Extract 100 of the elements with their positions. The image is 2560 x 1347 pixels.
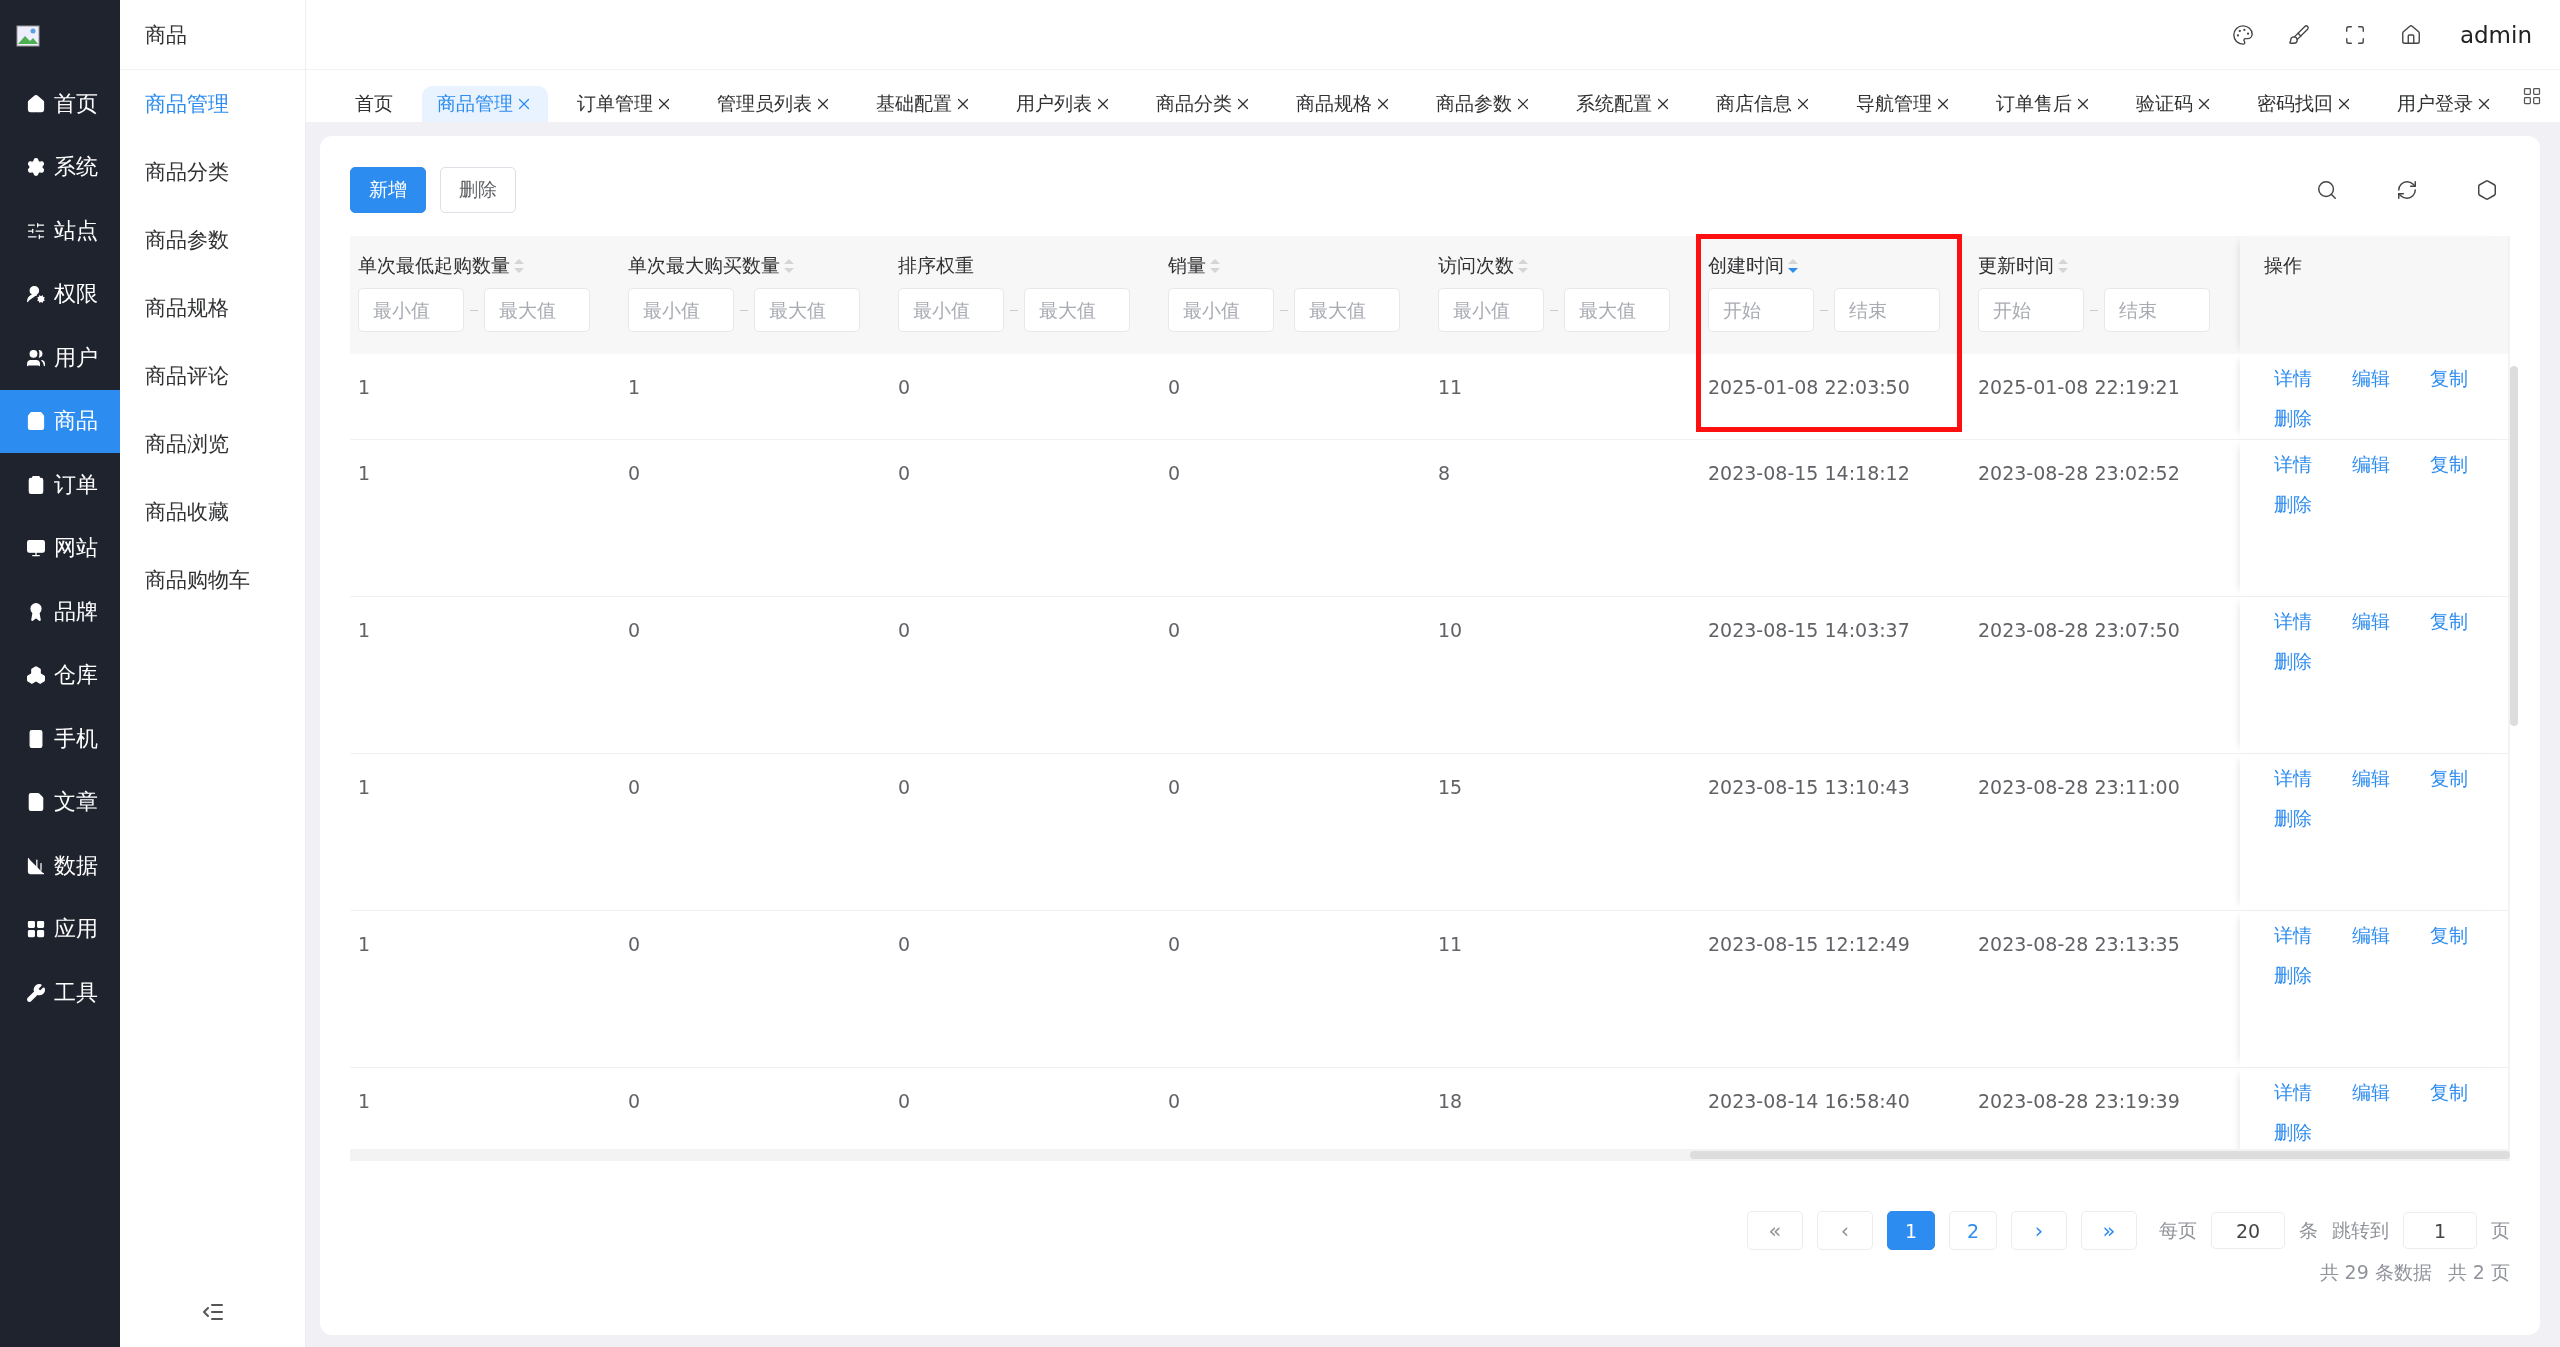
range-field[interactable]: 最大值	[754, 288, 860, 332]
action-link[interactable]: 编辑	[2352, 766, 2430, 792]
action-link[interactable]: 编辑	[2352, 923, 2430, 949]
sidebar-item[interactable]: 工具	[0, 961, 120, 1025]
page-nav-button[interactable]: »	[2081, 1211, 2137, 1250]
action-link[interactable]: 详情	[2274, 923, 2352, 949]
submenu-item[interactable]: 商品参数	[120, 206, 305, 274]
table-cell-text: 8	[1437, 461, 1452, 486]
sidebar-item[interactable]: 用户	[0, 326, 120, 390]
submenu-item[interactable]: 商品评论	[120, 342, 305, 410]
action-link[interactable]: 编辑	[2352, 452, 2430, 478]
action-link[interactable]: 删除	[2274, 406, 2352, 432]
submenu-item[interactable]: 商品规格	[120, 274, 305, 342]
sidebar-item[interactable]: 仓库	[0, 643, 120, 707]
sort-icon[interactable]	[1787, 257, 1799, 275]
tab[interactable]: 商品参数	[1421, 86, 1547, 122]
action-link[interactable]: 删除	[2274, 492, 2352, 518]
table-cell-text: 0	[1167, 1089, 1182, 1114]
sidebar-item[interactable]: 数据	[0, 834, 120, 898]
page-size-label: 每页	[2159, 1217, 2197, 1243]
range-field[interactable]: 最大值	[1024, 288, 1130, 332]
range-field[interactable]: 最小值	[1168, 288, 1274, 332]
range-field[interactable]: 最小值	[358, 288, 464, 332]
grid-icon[interactable]	[2522, 86, 2542, 106]
tab[interactable]: 基础配置	[861, 86, 987, 122]
action-link[interactable]: 详情	[2274, 452, 2352, 478]
range-field[interactable]: 最小值	[1438, 288, 1544, 332]
action-link[interactable]: 删除	[2274, 963, 2352, 989]
table-cell-text: 2023-08-28 23:02:52	[1977, 461, 2181, 486]
action-link[interactable]: 编辑	[2352, 609, 2430, 635]
fullscreen-icon[interactable]	[2343, 23, 2366, 46]
action-link[interactable]: 详情	[2274, 366, 2352, 392]
action-link[interactable]: 编辑	[2352, 366, 2430, 392]
table-cell-text: 0	[627, 1089, 642, 1114]
jump-field[interactable]: 1	[2403, 1212, 2477, 1249]
document-icon	[26, 792, 46, 813]
sidebar-item[interactable]: 品牌	[0, 580, 120, 644]
range-field[interactable]: 最小值	[628, 288, 734, 332]
sidebar-item[interactable]: 站点	[0, 199, 120, 263]
action-link[interactable]: 删除	[2274, 649, 2352, 675]
submenu-item[interactable]: 商品购物车	[120, 546, 305, 614]
range-field[interactable]: 最小值	[898, 288, 1004, 332]
tab[interactable]: 商品规格	[1281, 86, 1407, 122]
tab[interactable]: 密码找回	[2242, 86, 2368, 122]
action-link[interactable]: 详情	[2274, 609, 2352, 635]
palette-icon[interactable]	[2231, 23, 2254, 46]
sidebar-item[interactable]: 系统	[0, 135, 120, 199]
action-link[interactable]: 删除	[2274, 806, 2352, 832]
page-size-unit: 条	[2299, 1217, 2318, 1243]
horizontal-scrollbar[interactable]	[1690, 1151, 2510, 1159]
sidebar-item[interactable]: 文章	[0, 770, 120, 834]
tab[interactable]: 用户列表	[1001, 86, 1127, 122]
sidebar-item[interactable]: 手机	[0, 707, 120, 771]
sidebar-item[interactable]: 权限	[0, 262, 120, 326]
table-cell-text: 0	[897, 775, 912, 800]
action-link[interactable]: 编辑	[2352, 1080, 2430, 1106]
table-cell-text: 2025-01-08 22:19:21	[1977, 375, 2181, 400]
column-title: 更新时间	[1978, 253, 2054, 278]
table-cell-text: 1	[357, 932, 372, 957]
action-link[interactable]: 删除	[2274, 1120, 2352, 1146]
sidebar-item[interactable]: 网站	[0, 516, 120, 580]
tab[interactable]: 管理员列表	[702, 86, 847, 122]
tab[interactable]: 订单售后	[1981, 86, 2107, 122]
sidebar-item[interactable]: 应用	[0, 897, 120, 961]
range-field[interactable]: 最大值	[1564, 288, 1670, 332]
range-field[interactable]: 最大值	[484, 288, 590, 332]
home-icon[interactable]	[2399, 23, 2422, 46]
action-link[interactable]: 详情	[2274, 1080, 2352, 1106]
tab[interactable]: 首页	[340, 86, 408, 122]
range-field[interactable]: 开始	[1978, 288, 2084, 332]
page-nav-button[interactable]: ›	[2011, 1211, 2067, 1250]
brush-icon[interactable]	[2287, 23, 2310, 46]
submenu-item[interactable]: 商品收藏	[120, 478, 305, 546]
submenu-item[interactable]: 商品浏览	[120, 410, 305, 478]
monitor-icon	[26, 538, 46, 559]
table-cell-text: 1	[357, 1089, 372, 1114]
submenu-item[interactable]: 商品分类	[120, 138, 305, 206]
tab[interactable]: 订单管理	[562, 86, 688, 122]
range-field[interactable]: 开始	[1708, 288, 1814, 332]
range-field[interactable]: 最大值	[1294, 288, 1400, 332]
user-name[interactable]: admin	[2459, 21, 2532, 48]
tab[interactable]: 导航管理	[1841, 86, 1967, 122]
tab[interactable]: 商品分类	[1141, 86, 1267, 122]
table-cell-text: 0	[627, 618, 642, 643]
page-size-field[interactable]: 20	[2211, 1212, 2285, 1249]
range-field[interactable]: 结束	[2104, 288, 2210, 332]
search-icon[interactable]	[2316, 179, 2338, 201]
tab[interactable]: 商店信息	[1701, 86, 1827, 122]
vertical-scrollbar[interactable]	[2510, 366, 2518, 726]
refresh-icon[interactable]	[2396, 179, 2418, 201]
tab[interactable]: 系统配置	[1561, 86, 1687, 122]
sidebar-item[interactable]: 首页	[0, 72, 120, 136]
range-field[interactable]: 结束	[1834, 288, 1940, 332]
column-title: 操作	[2264, 253, 2302, 278]
table-cell-text: 1	[357, 461, 372, 486]
delete-button[interactable]: 删除	[440, 167, 516, 213]
tab[interactable]: 用户登录	[2382, 86, 2508, 122]
action-link[interactable]: 详情	[2274, 766, 2352, 792]
sidebar-item[interactable]: 订单	[0, 453, 120, 517]
tab[interactable]: 验证码	[2121, 86, 2228, 122]
